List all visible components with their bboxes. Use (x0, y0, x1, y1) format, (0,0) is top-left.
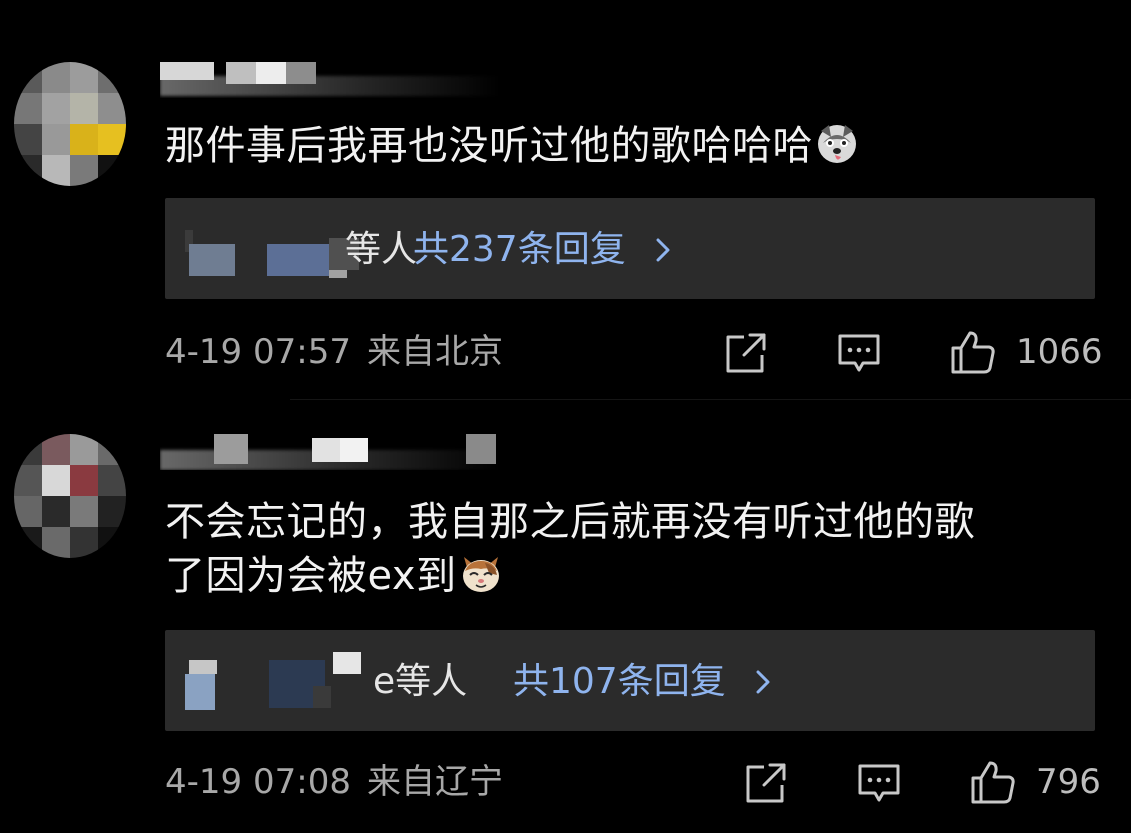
reply-participants: e等人 (373, 661, 468, 702)
username[interactable] (160, 434, 520, 470)
chevron-right-icon (756, 670, 770, 694)
comment-text-line2: 了因为会被ex到 (165, 553, 457, 599)
comment-text: 不会忘记的，我自那之后就再没有听过他的歌 了因为会被ex到 (165, 494, 975, 604)
replier-avatars (185, 652, 361, 712)
like-count: 796 (1036, 762, 1101, 802)
reply-count-link[interactable]: 共107条回复 (513, 658, 726, 706)
comment-item: 不会忘记的，我自那之后就再没有听过他的歌 了因为会被ex到 e等人 共107条回… (0, 0, 1131, 833)
reply-preview-box[interactable]: e等人 共107条回复 (165, 630, 1095, 731)
comment-text-line1: 不会忘记的，我自那之后就再没有听过他的歌 (165, 499, 975, 545)
thumbs-up-icon[interactable] (970, 759, 1016, 805)
cat-face-emoji (462, 557, 499, 592)
comment-meta: 4-19 07:08 来自辽宁 (165, 760, 503, 804)
avatar[interactable] (14, 434, 126, 558)
location: 来自辽宁 (366, 762, 503, 802)
comment-icon[interactable] (857, 761, 901, 805)
timestamp: 4-19 07:08 (165, 762, 351, 802)
share-icon[interactable] (744, 761, 788, 805)
